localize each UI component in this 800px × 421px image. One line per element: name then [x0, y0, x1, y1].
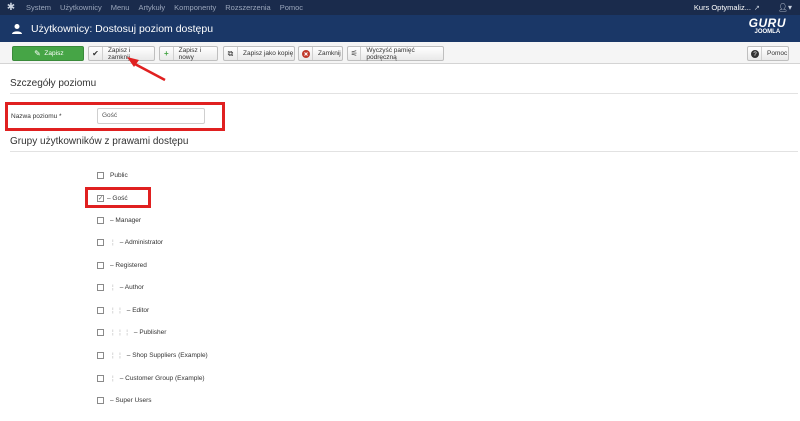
- annotation-arrow-icon: [127, 57, 166, 82]
